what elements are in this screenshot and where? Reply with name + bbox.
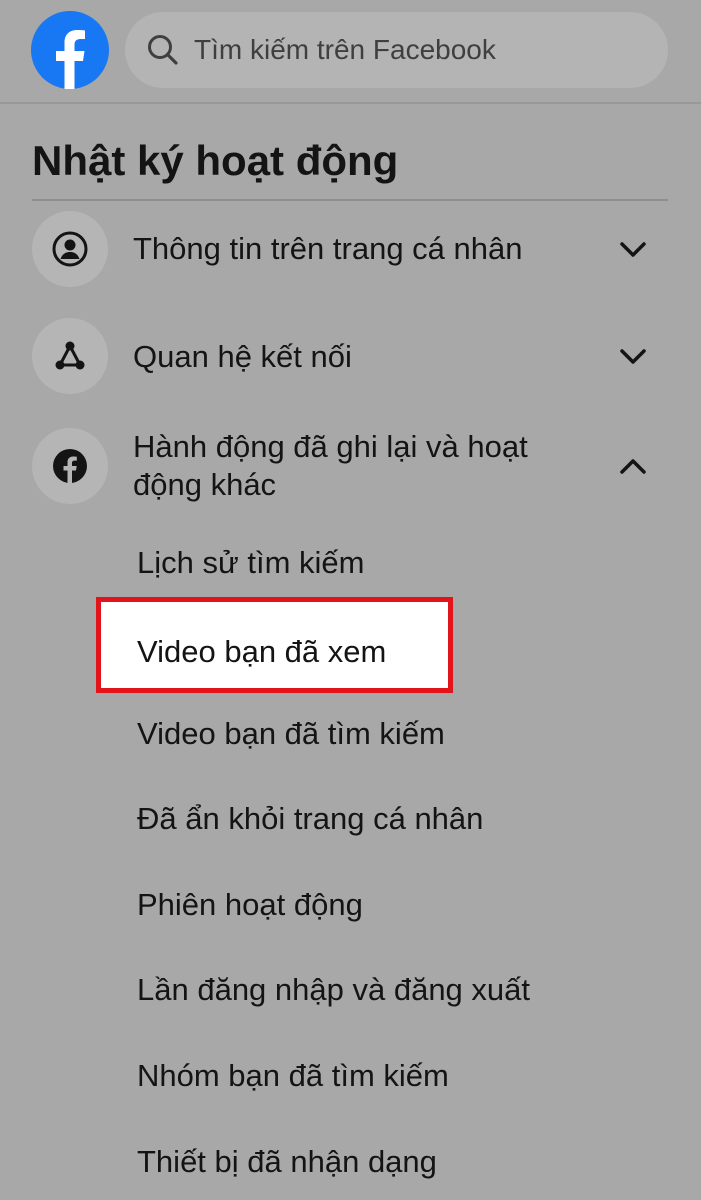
divider [32,199,668,201]
facebook-logo-icon[interactable] [31,11,109,89]
sub-item-search-history[interactable]: Lịch sử tìm kiếm [137,544,364,582]
sub-item-groups-searched[interactable]: Nhóm bạn đã tìm kiếm [137,1057,449,1095]
sub-item-active-sessions[interactable]: Phiên hoạt động [137,886,363,924]
facebook-icon [53,449,87,483]
sub-item-logins-logouts[interactable]: Lần đăng nhập và đăng xuất [137,971,530,1009]
chevron-down-icon[interactable] [618,240,648,260]
search-icon [148,35,178,65]
profile-icon [52,231,88,267]
top-bar: Tìm kiếm trên Facebook [0,0,701,104]
section-connections[interactable]: Quan hệ kết nối [0,318,701,398]
section-label: Thông tin trên trang cá nhân [133,231,523,266]
connections-icon-container [32,318,108,394]
search-input[interactable]: Tìm kiếm trên Facebook [125,12,668,88]
connections-icon [55,341,85,370]
section-label: Hành động đã ghi lại và hoạt động khác [133,429,528,502]
section-profile-info[interactable]: Thông tin trên trang cá nhân [0,210,701,290]
sub-item-label: Video bạn đã xem [137,634,387,669]
sub-item-videos-watched[interactable]: Video bạn đã xem [96,597,453,693]
chevron-up-icon[interactable] [618,456,648,476]
chevron-down-icon[interactable] [618,347,648,367]
section-logged-actions[interactable]: Hành động đã ghi lại và hoạt động khác [0,428,701,508]
sub-item-hidden-from-profile[interactable]: Đã ẩn khỏi trang cá nhân [137,800,483,838]
sub-item-videos-searched[interactable]: Video bạn đã tìm kiếm [137,715,445,753]
sub-item-recognized-devices[interactable]: Thiết bị đã nhận dạng [137,1143,437,1181]
facebook-icon-container [32,428,108,504]
section-label: Quan hệ kết nối [133,339,352,374]
profile-icon-container [32,211,108,287]
search-placeholder: Tìm kiếm trên Facebook [194,34,496,65]
page-title: Nhật ký hoạt động [32,137,399,184]
